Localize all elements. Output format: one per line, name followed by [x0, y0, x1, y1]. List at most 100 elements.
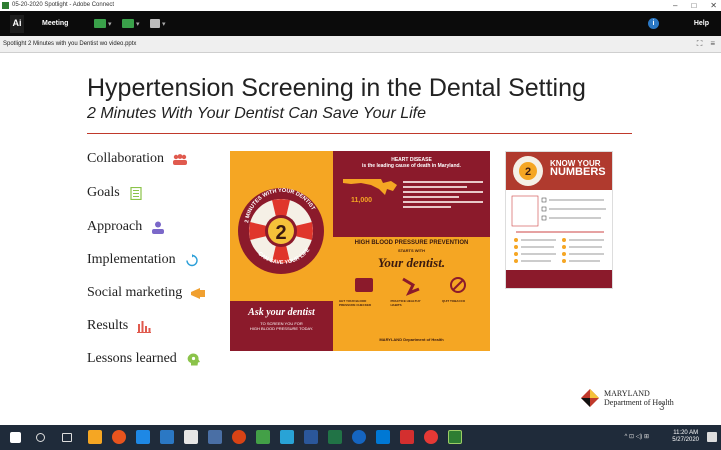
- pod-menu-icon[interactable]: ≡: [710, 39, 715, 49]
- poster-header-band: HEART DISEASE is the leading cause of de…: [333, 151, 490, 237]
- bullet-collaboration: Collaboration: [87, 151, 188, 167]
- window-title: 05-20-2020 Spotlight - Adobe Connect: [12, 2, 115, 8]
- poster-body-graphic: [511, 195, 606, 263]
- poster-icons-row: [355, 277, 466, 296]
- poster-column-heading: QUIT TOBACCO: [442, 299, 466, 303]
- adobe-connect-taskbar-icon[interactable]: [448, 430, 462, 444]
- share-pod-title-bar: Spotlight 2 Minutes with you Dentist wo …: [0, 36, 721, 53]
- megaphone-icon: [191, 287, 206, 299]
- your-dentist-text: Your dentist.: [377, 255, 446, 270]
- slide-page-number: 3: [659, 402, 665, 413]
- svg-text:2: 2: [525, 166, 531, 178]
- search-icon[interactable]: [36, 433, 45, 442]
- bullet-label: Collaboration: [87, 151, 164, 166]
- fullscreen-icon[interactable]: ⛶: [697, 39, 703, 49]
- clock-time: 11:20 AM: [673, 430, 699, 436]
- poster-bottom-band: Ask your dentist TO SCREEN YOU FOR HIGH …: [230, 301, 333, 351]
- poster-column-heading: GET YOUR BLOOD PRESSURE CHECKED: [339, 299, 372, 307]
- checklist-icon: [130, 186, 142, 200]
- taskbar-app-icon[interactable]: [256, 430, 270, 444]
- refresh-icon: [185, 253, 198, 266]
- slide-title: Hypertension Screening in the Dental Set…: [87, 74, 586, 102]
- taskbar-app-icon[interactable]: [160, 430, 174, 444]
- taskbar-app-icon[interactable]: [352, 430, 366, 444]
- taskbar-app-icon[interactable]: [232, 430, 246, 444]
- person-icon: [152, 221, 165, 234]
- pod-title: Spotlight 2 Minutes with you Dentist wo …: [3, 41, 137, 47]
- microphone-icon: [122, 19, 134, 28]
- chrome-icon[interactable]: [112, 430, 126, 444]
- barchart-icon: [137, 320, 152, 333]
- exercise-icon: [402, 277, 420, 296]
- slide-subtitle: 2 Minutes With Your Dentist Can Save You…: [87, 105, 427, 122]
- close-button[interactable]: ✕: [710, 1, 717, 10]
- bullet-label: Implementation: [87, 252, 176, 267]
- status-button[interactable]: ▾: [150, 18, 166, 29]
- acrobat-icon[interactable]: [400, 430, 414, 444]
- windows-start-icon[interactable]: [10, 432, 21, 443]
- poster-header: HEART DISEASE is the leading cause of de…: [333, 157, 490, 169]
- life-ring-graphic: 2 2 MINUTES WITH YOUR DENTIST CAN SAVE Y…: [238, 188, 324, 274]
- poster-small-line: HIGH BLOOD PRESSURE TODAY.: [249, 326, 314, 331]
- taskbar-app-icon[interactable]: [376, 430, 390, 444]
- raise-hand-icon: [150, 19, 160, 28]
- bullet-label: Lessons learned: [87, 351, 177, 366]
- mail-icon[interactable]: [280, 430, 294, 444]
- chevron-down-icon: ▾: [108, 20, 112, 28]
- poster-middle-heading: HIGH BLOOD PRESSURE PREVENTION STARTS WI…: [333, 240, 490, 254]
- chevron-down-icon: ▾: [136, 20, 140, 28]
- bullet-label: Results: [87, 318, 129, 333]
- poster-column-heading: PRACTICE HEALTHY HABITS: [390, 299, 421, 307]
- window-title-bar: 05-20-2020 Spotlight - Adobe Connect – □…: [0, 0, 721, 11]
- edge-icon[interactable]: [136, 430, 150, 444]
- bullet-label: Social marketing: [87, 285, 183, 300]
- microphone-button[interactable]: ▾: [122, 18, 140, 29]
- poster-heart-disease: HEART DISEASE is the leading cause of de…: [333, 151, 490, 351]
- bullet-label: Approach: [87, 219, 143, 234]
- info-icon[interactable]: i: [648, 18, 659, 29]
- chevron-down-icon: ▾: [162, 20, 166, 28]
- task-view-icon[interactable]: [62, 433, 72, 442]
- ask-your-dentist-text: Ask your dentist: [248, 307, 315, 318]
- maryland-map-icon: [343, 179, 397, 195]
- adobe-logo-icon: Ai: [10, 15, 24, 33]
- life-ring-icon: 2: [513, 156, 543, 186]
- chrome-icon[interactable]: [424, 430, 438, 444]
- meeting-menu[interactable]: Meeting: [42, 20, 68, 27]
- numbers-line: NUMBERS: [550, 166, 606, 178]
- speaker-icon: [94, 19, 106, 28]
- title-divider: [87, 133, 632, 134]
- taskbar-app-icon[interactable]: [88, 430, 102, 444]
- pod-controls: ⛶ ≡: [697, 39, 715, 49]
- bullet-approach: Approach: [87, 219, 166, 235]
- bullet-results: Results: [87, 318, 152, 334]
- system-tray[interactable]: ^ ⊡ ◁) ⊞: [625, 433, 649, 440]
- word-icon[interactable]: [304, 430, 318, 444]
- windows-taskbar: ^ ⊡ ◁) ⊞ 11:20 AM 5/27/2020: [0, 425, 721, 450]
- clock-date: 5/27/2020: [672, 437, 699, 443]
- poster-know-your-numbers: 2 KNOW YOUR NUMBERS: [505, 151, 613, 289]
- poster-footer-band: [506, 270, 612, 288]
- maximize-button[interactable]: □: [691, 1, 696, 10]
- know-your-numbers-heading: KNOW YOUR NUMBERS: [550, 159, 606, 178]
- presentation-slide: Hypertension Screening in the Dental Set…: [0, 53, 721, 425]
- taskbar-clock[interactable]: 11:20 AM 5/27/2020: [672, 430, 699, 444]
- bullet-label: Goals: [87, 185, 120, 200]
- poster-body-text: [403, 181, 483, 208]
- file-explorer-icon[interactable]: [184, 430, 198, 444]
- minimize-button[interactable]: –: [673, 1, 677, 10]
- poster-number: 2: [275, 222, 286, 244]
- excel-icon[interactable]: [328, 430, 342, 444]
- poster-header-band: 2 KNOW YOUR NUMBERS: [506, 152, 612, 190]
- help-menu[interactable]: Help: [694, 20, 709, 27]
- maryland-flag-icon: [581, 389, 599, 407]
- taskbar-app-icon[interactable]: [208, 430, 222, 444]
- people-icon: [173, 153, 187, 165]
- bullet-lessons-learned: Lessons learned: [87, 351, 201, 367]
- notifications-icon[interactable]: [707, 432, 717, 442]
- audio-button[interactable]: ▾: [94, 18, 112, 29]
- bullet-goals: Goals: [87, 185, 144, 201]
- adobe-connect-menubar: Ai Meeting ▾ ▾ ▾ i Help: [0, 11, 721, 36]
- bullet-implementation: Implementation: [87, 252, 200, 268]
- poster-columns: GET YOUR BLOOD PRESSURE CHECKED PRACTICE…: [339, 299, 484, 307]
